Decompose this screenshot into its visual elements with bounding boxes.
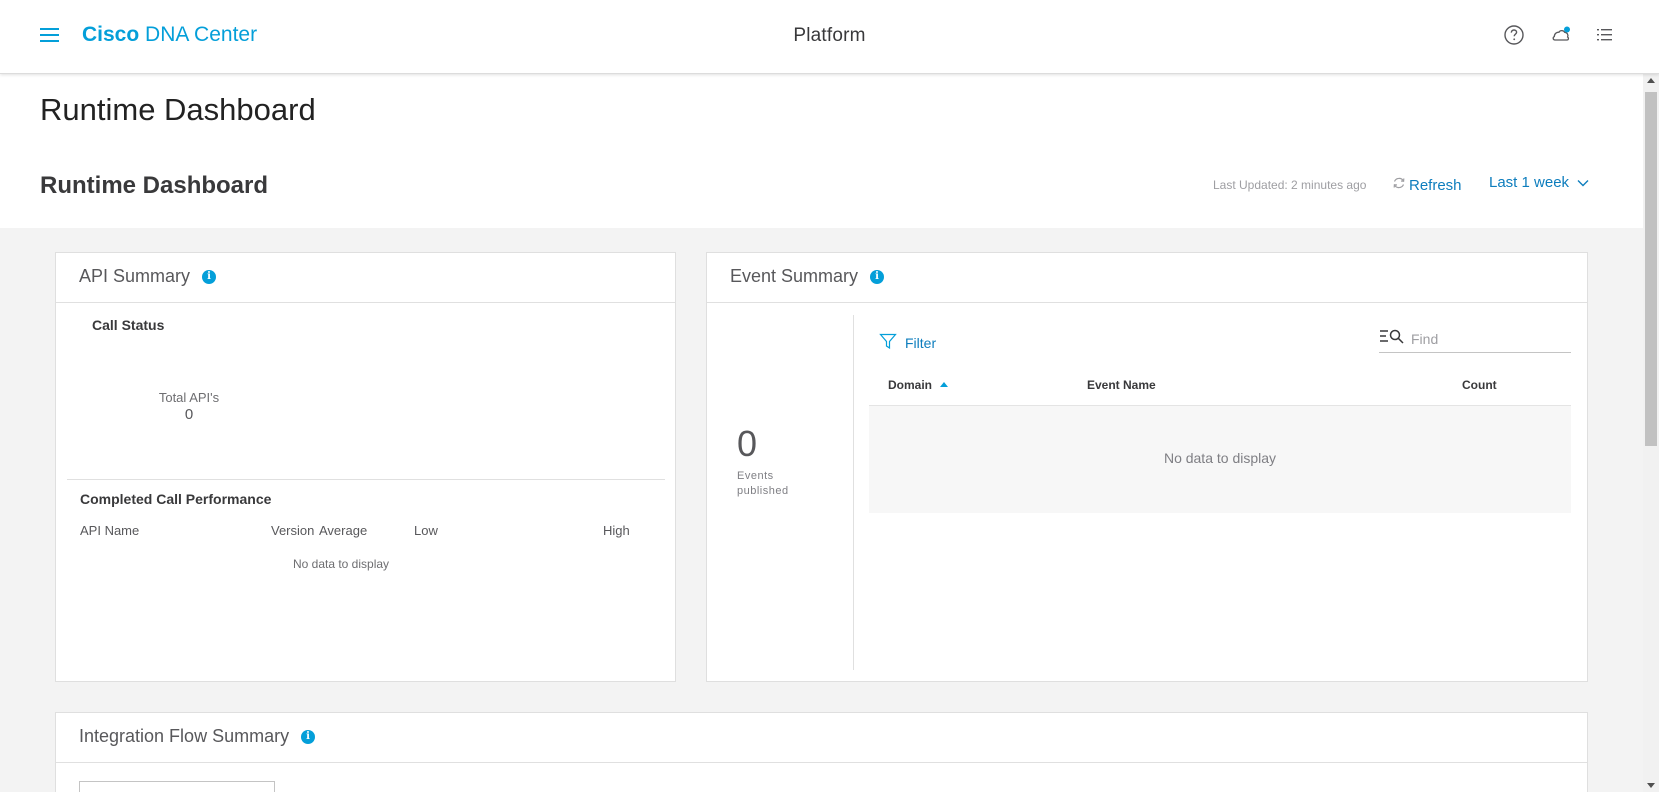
- event-summary-header: Event Summary i: [707, 253, 1587, 303]
- scrollbar-thumb[interactable]: [1645, 92, 1657, 446]
- chevron-down-icon: [1577, 174, 1589, 191]
- events-label-line-2: published: [737, 485, 789, 497]
- last-updated-text: Last Updated: 2 minutes ago: [1213, 178, 1367, 192]
- column-header-high: High: [603, 523, 630, 538]
- event-summary-card: Event Summary i 0 Events published Filte…: [706, 252, 1588, 682]
- events-table-body: No data to display: [869, 405, 1571, 513]
- column-header-version: Version: [271, 523, 315, 538]
- top-navigation-bar: Cisco DNA Center Platform: [0, 0, 1659, 74]
- find-input[interactable]: [1411, 330, 1561, 347]
- find-field[interactable]: [1379, 325, 1571, 353]
- api-summary-header: API Summary i: [56, 253, 675, 303]
- main-content: Runtime Dashboard Runtime Dashboard Last…: [0, 74, 1643, 792]
- total-apis-value: 0: [184, 406, 194, 423]
- integration-flow-header: Integration Flow Summary i: [56, 713, 1587, 763]
- refresh-label: Refresh: [1409, 176, 1462, 194]
- filter-button[interactable]: Filter: [879, 333, 936, 353]
- integration-flow-summary-card: Integration Flow Summary i: [55, 712, 1588, 792]
- completed-call-performance-title: Completed Call Performance: [80, 491, 272, 507]
- time-range-value: Last 1 week: [1489, 174, 1570, 191]
- app-logo[interactable]: Cisco DNA Center: [82, 23, 257, 47]
- list-icon[interactable]: [1594, 24, 1616, 46]
- api-summary-card: API Summary i Call Status Total API's 0 …: [55, 252, 676, 682]
- search-list-icon: [1379, 328, 1405, 349]
- divider: [853, 315, 854, 670]
- scroll-up-arrow-icon[interactable]: [1647, 78, 1655, 83]
- api-summary-title: API Summary: [79, 266, 191, 286]
- section-title: Runtime Dashboard: [40, 172, 269, 199]
- event-summary-title: Event Summary: [730, 266, 859, 286]
- events-published-count: 0: [737, 423, 758, 464]
- column-header-average: Average: [319, 523, 368, 538]
- empty-state-text: No data to display: [1163, 450, 1277, 466]
- app-title: Platform: [793, 25, 866, 46]
- help-icon[interactable]: [1503, 24, 1525, 46]
- column-header-low: Low: [414, 523, 438, 538]
- events-label-line-1: Events: [737, 470, 774, 482]
- column-header-event-name[interactable]: Event Name: [1087, 378, 1156, 392]
- empty-state-text: No data to display: [292, 557, 390, 571]
- scroll-down-arrow-icon[interactable]: [1647, 783, 1655, 788]
- brand-product: DNA Center: [145, 23, 258, 46]
- brand-name: Cisco: [82, 23, 140, 46]
- integration-flow-selector[interactable]: [79, 781, 275, 792]
- column-header-api-name: API Name: [80, 523, 140, 538]
- info-icon[interactable]: i: [202, 269, 217, 284]
- column-header-count[interactable]: Count: [1462, 378, 1497, 392]
- refresh-button[interactable]: Refresh: [1392, 176, 1462, 194]
- divider: [67, 479, 665, 480]
- vertical-scrollbar[interactable]: [1643, 74, 1659, 792]
- page-header: Runtime Dashboard Runtime Dashboard Last…: [0, 74, 1643, 228]
- notifications-icon[interactable]: [1550, 24, 1572, 46]
- sort-ascending-icon: [940, 382, 949, 387]
- total-apis-label: Total API's: [158, 390, 220, 405]
- events-published-label: Events published: [737, 469, 817, 499]
- integration-flow-title: Integration Flow Summary: [79, 726, 290, 746]
- filter-icon: [879, 333, 897, 353]
- info-icon[interactable]: i: [870, 269, 885, 284]
- refresh-icon: [1392, 176, 1406, 194]
- call-status-label: Call Status: [92, 317, 165, 333]
- column-header-domain[interactable]: Domain: [888, 378, 949, 392]
- column-header-domain-label: Domain: [888, 378, 933, 392]
- filter-label: Filter: [905, 335, 937, 351]
- page-title: Runtime Dashboard: [40, 92, 316, 127]
- info-icon[interactable]: i: [301, 729, 316, 744]
- menu-icon[interactable]: [40, 28, 59, 43]
- time-range-dropdown[interactable]: Last 1 week: [1489, 174, 1589, 191]
